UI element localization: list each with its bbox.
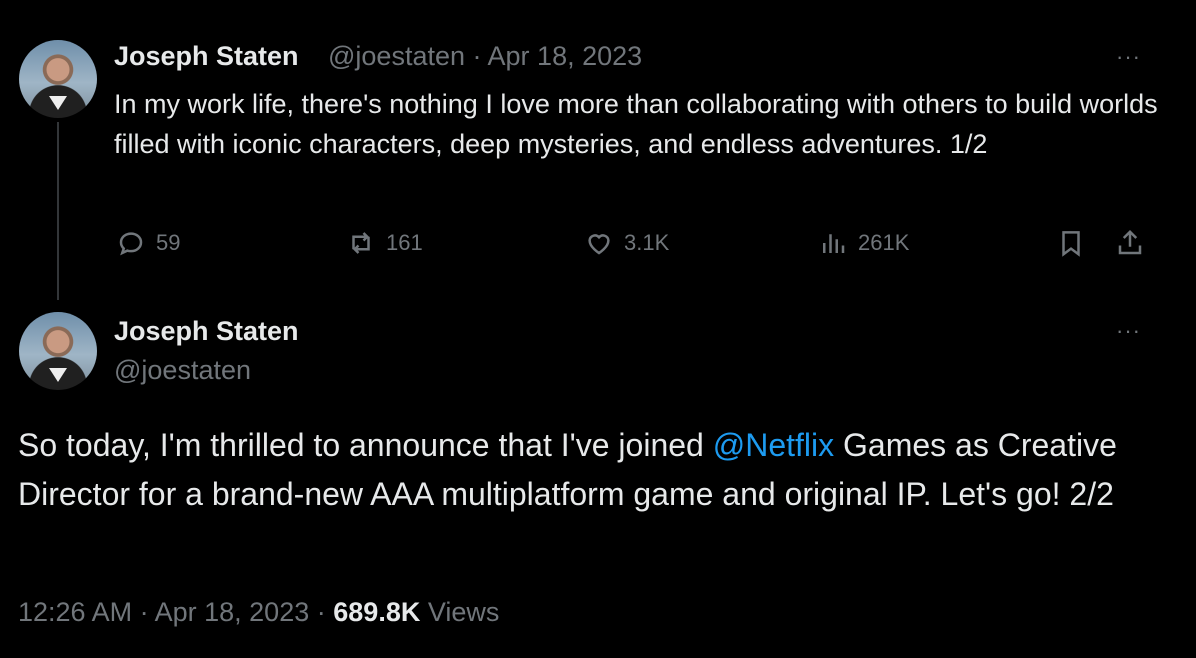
tweet-date[interactable]: Apr 18, 2023 — [488, 41, 643, 71]
author-handle[interactable]: @joestaten — [114, 355, 251, 386]
like-button[interactable]: 3.1K — [584, 228, 669, 258]
footer-separator: · — [139, 597, 149, 627]
views-total: 689.8K — [333, 597, 421, 627]
tweet-text: So today, I'm thrilled to announce that … — [18, 421, 1178, 519]
reply-icon — [119, 232, 143, 256]
reply-button[interactable]: 59 — [116, 228, 180, 258]
meta-separator: · — [472, 41, 482, 71]
author-handle[interactable]: @joestaten — [328, 41, 465, 71]
bookmark-button[interactable] — [1056, 228, 1086, 258]
bookmark-icon — [1062, 231, 1080, 257]
more-icon[interactable]: ··· — [1116, 318, 1141, 344]
author-name[interactable]: Joseph Staten — [114, 316, 299, 347]
footer-separator: · — [316, 597, 326, 627]
views-label: Views — [427, 597, 500, 627]
more-icon[interactable]: ··· — [1116, 44, 1141, 70]
like-icon — [588, 234, 610, 255]
thread-connector-line — [57, 122, 59, 300]
share-icon — [1118, 229, 1142, 255]
tweet-date[interactable]: Apr 18, 2023 — [155, 597, 310, 627]
tweet-text-start: So today, I'm thrilled to announce that … — [18, 427, 713, 463]
retweet-count: 161 — [386, 230, 423, 255]
tweet-time[interactable]: 12:26 AM — [18, 597, 132, 627]
reply-count: 59 — [156, 230, 181, 255]
retweet-icon — [352, 232, 370, 254]
mention-link[interactable]: @Netflix — [713, 427, 834, 463]
share-button[interactable] — [1115, 228, 1145, 258]
retweet-button[interactable]: 161 — [346, 228, 423, 258]
like-count: 3.1K — [624, 230, 670, 255]
tweet-meta: @joestaten · Apr 18, 2023 — [328, 41, 642, 72]
avatar[interactable] — [19, 40, 97, 118]
views-count: 261K — [858, 230, 910, 255]
avatar[interactable] — [19, 312, 97, 390]
author-name[interactable]: Joseph Staten — [114, 41, 299, 72]
views-button[interactable]: 261K — [818, 228, 909, 258]
views-icon — [823, 234, 845, 253]
tweet-text: In my work life, there's nothing I love … — [114, 89, 1158, 159]
tweet-footer: 12:26 AM · Apr 18, 2023 · 689.8K Views — [18, 597, 499, 628]
